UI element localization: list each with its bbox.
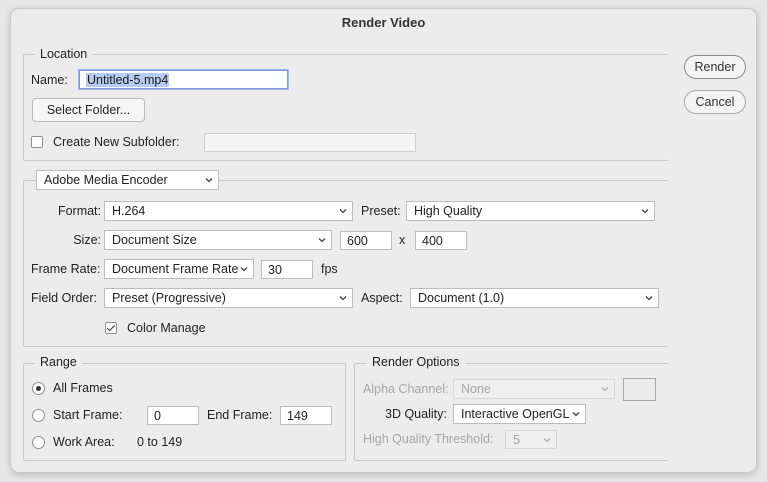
size-select-value: Document Size	[112, 233, 197, 247]
name-label: Name:	[31, 73, 68, 87]
chevron-down-icon	[601, 387, 609, 392]
start-frame-label: Start Frame:	[53, 408, 123, 422]
field-order-label: Field Order:	[31, 291, 97, 305]
color-manage-label: Color Manage	[127, 321, 206, 335]
work-area-radio[interactable]	[32, 436, 45, 449]
all-frames-radio[interactable]	[32, 382, 45, 395]
encoder-select[interactable]: Adobe Media Encoder	[36, 170, 219, 190]
name-field-value: Untitled-5.mp4	[86, 73, 170, 87]
quality-threshold-label: High Quality Threshold:	[363, 432, 494, 446]
subfolder-name-field[interactable]	[204, 133, 416, 152]
fps-field[interactable]: 30	[261, 260, 313, 279]
frame-rate-label: Frame Rate:	[31, 262, 101, 276]
width-field[interactable]: 600	[340, 231, 392, 250]
render-button[interactable]: Render	[684, 55, 746, 79]
preset-select-value: High Quality	[414, 204, 483, 218]
fps-unit: fps	[321, 262, 338, 276]
format-label: Format:	[57, 204, 101, 218]
create-subfolder-checkbox[interactable]	[31, 136, 43, 148]
start-frame-field[interactable]: 0	[147, 406, 199, 425]
preset-label: Preset:	[361, 204, 401, 218]
color-manage-checkbox[interactable]	[105, 322, 117, 334]
chevron-down-icon	[543, 438, 551, 443]
end-frame-field[interactable]: 149	[280, 406, 332, 425]
all-frames-label: All Frames	[53, 381, 113, 395]
format-select[interactable]: H.264	[104, 201, 353, 221]
format-select-value: H.264	[112, 204, 146, 218]
work-area-value: 0 to 149	[137, 435, 183, 449]
aspect-select[interactable]: Document (1.0)	[410, 288, 659, 308]
field-order-select-value: Preset (Progressive)	[112, 291, 226, 305]
quality-threshold-select-value: 5	[513, 433, 520, 447]
alpha-channel-select[interactable]: None	[453, 379, 615, 399]
start-frame-radio[interactable]	[32, 409, 45, 422]
cancel-button[interactable]: Cancel	[684, 90, 746, 114]
alpha-channel-select-value: None	[461, 382, 491, 396]
select-folder-button[interactable]: Select Folder...	[32, 98, 145, 122]
end-frame-label: End Frame:	[207, 408, 273, 422]
create-subfolder-label: Create New Subfolder:	[53, 135, 180, 149]
chevron-down-icon	[205, 178, 213, 183]
chevron-down-icon	[641, 209, 649, 214]
3d-quality-label: 3D Quality:	[385, 407, 447, 421]
encoder-select-value: Adobe Media Encoder	[44, 173, 168, 187]
preset-select[interactable]: High Quality	[406, 201, 655, 221]
chevron-down-icon	[572, 412, 580, 417]
aspect-label: Aspect:	[361, 291, 403, 305]
range-legend: Range	[35, 355, 82, 369]
frame-rate-select-value: Document Frame Rate	[112, 262, 239, 276]
size-select[interactable]: Document Size	[104, 230, 332, 250]
chevron-down-icon	[240, 267, 248, 272]
location-legend: Location	[35, 47, 93, 61]
aspect-select-value: Document (1.0)	[418, 291, 505, 305]
3d-quality-select[interactable]: Interactive OpenGL	[453, 404, 586, 424]
height-field[interactable]: 400	[415, 231, 467, 250]
name-field[interactable]: Untitled-5.mp4	[79, 70, 288, 89]
chevron-down-icon	[339, 209, 347, 214]
chevron-down-icon	[339, 296, 347, 301]
size-separator: x	[399, 233, 406, 247]
work-area-label: Work Area:	[53, 435, 115, 449]
alpha-channel-label: Alpha Channel:	[363, 382, 449, 396]
render-video-dialog: Render Video Location Name: Untitled-5.m…	[10, 8, 757, 473]
quality-threshold-select[interactable]: 5	[505, 430, 557, 449]
size-label: Size:	[73, 233, 101, 247]
chevron-down-icon	[318, 238, 326, 243]
render-options-legend: Render Options	[367, 355, 465, 369]
chevron-down-icon	[645, 296, 653, 301]
3d-quality-select-value: Interactive OpenGL	[461, 407, 570, 421]
matte-color-swatch[interactable]	[623, 378, 656, 401]
frame-rate-select[interactable]: Document Frame Rate	[104, 259, 254, 279]
field-order-select[interactable]: Preset (Progressive)	[104, 288, 353, 308]
dialog-title: Render Video	[341, 15, 426, 30]
